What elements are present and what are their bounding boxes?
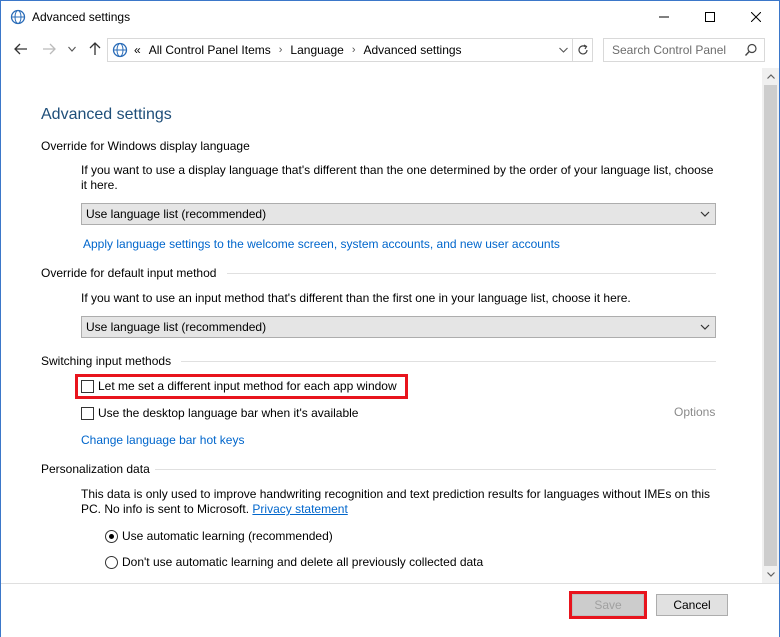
window-title: Advanced settings — [32, 10, 131, 24]
back-button[interactable] — [11, 39, 31, 59]
settings-content: Advanced settings Override for Windows d… — [1, 68, 761, 583]
advanced-settings-window: Advanced settings « All Control Panel It… — [0, 0, 780, 637]
per-app-input-method-label[interactable]: Let me set a different input method for … — [98, 379, 397, 393]
title-bar: Advanced settings — [1, 1, 779, 33]
language-bar-options-link: Options — [674, 405, 716, 419]
back-arrow-icon — [14, 43, 27, 55]
automatic-learning-option[interactable]: Use automatic learning (recommended) — [105, 529, 333, 543]
input-method-select[interactable]: Use language list (recommended) — [81, 316, 716, 338]
forward-button[interactable] — [39, 39, 59, 59]
chevron-down-icon — [766, 572, 775, 577]
desktop-language-bar-option[interactable]: Use the desktop language bar when it's a… — [81, 406, 358, 420]
close-icon — [751, 12, 761, 22]
recent-locations-button[interactable] — [65, 39, 79, 59]
dialog-footer: Save Cancel — [1, 583, 779, 637]
breadcrumb-advanced-settings[interactable]: Advanced settings — [363, 43, 461, 57]
breadcrumb-separator-icon[interactable]: › — [352, 44, 356, 56]
display-language-description: If you want to use a display language th… — [81, 163, 714, 192]
chevron-down-icon — [558, 47, 568, 53]
forward-arrow-icon — [43, 43, 56, 55]
breadcrumb: « All Control Panel Items › Language › A… — [134, 43, 462, 57]
search-icon[interactable] — [744, 43, 758, 57]
section-divider — [155, 469, 716, 470]
no-automatic-learning-label[interactable]: Don't use automatic learning and delete … — [122, 555, 483, 569]
section-heading-switching: Switching input methods — [41, 354, 172, 368]
change-hot-keys-link[interactable]: Change language bar hot keys — [81, 433, 244, 447]
minimize-icon — [659, 16, 669, 18]
up-arrow-icon — [89, 42, 101, 55]
chevron-up-icon — [766, 74, 775, 79]
language-app-icon — [10, 9, 26, 25]
refresh-icon — [577, 44, 588, 55]
desktop-language-bar-checkbox[interactable] — [81, 406, 94, 420]
privacy-statement-link[interactable]: Privacy statement — [252, 502, 347, 516]
address-dropdown-button[interactable] — [554, 39, 572, 61]
navigation-bar: « All Control Panel Items › Language › A… — [1, 33, 779, 67]
automatic-learning-label[interactable]: Use automatic learning (recommended) — [122, 529, 333, 543]
scroll-thumb[interactable] — [764, 85, 777, 566]
automatic-learning-radio[interactable] — [105, 529, 118, 543]
address-bar[interactable]: « All Control Panel Items › Language › A… — [107, 38, 593, 62]
per-app-input-method-checkbox[interactable] — [81, 379, 94, 393]
save-button[interactable]: Save — [572, 594, 644, 616]
close-button[interactable] — [733, 1, 779, 33]
no-automatic-learning-option[interactable]: Don't use automatic learning and delete … — [105, 555, 483, 569]
per-app-input-method-option[interactable]: Let me set a different input method for … — [81, 379, 397, 393]
display-language-select[interactable]: Use language list (recommended) — [81, 203, 716, 225]
breadcrumb-language[interactable]: Language — [290, 43, 343, 57]
cancel-button[interactable]: Cancel — [656, 594, 728, 616]
section-divider — [181, 361, 716, 362]
search-input[interactable]: Search Control Panel — [612, 43, 726, 57]
breadcrumb-separator-icon[interactable]: › — [279, 44, 283, 56]
chevron-down-icon — [699, 208, 711, 220]
display-language-select-value: Use language list (recommended) — [86, 207, 267, 221]
page-title: Advanced settings — [41, 106, 172, 123]
section-heading-input-method: Override for default input method — [41, 266, 217, 280]
section-heading-display-language: Override for Windows display language — [41, 139, 250, 153]
minimize-button[interactable] — [641, 1, 687, 33]
input-method-select-value: Use language list (recommended) — [86, 320, 267, 334]
control-panel-icon — [112, 42, 128, 58]
input-method-description: If you want to use an input method that'… — [81, 291, 631, 305]
chevron-down-icon — [699, 321, 711, 333]
maximize-icon — [705, 12, 715, 22]
desktop-language-bar-label[interactable]: Use the desktop language bar when it's a… — [98, 406, 358, 420]
refresh-button[interactable] — [572, 39, 592, 61]
scroll-down-button[interactable] — [762, 566, 779, 583]
no-automatic-learning-radio[interactable] — [105, 555, 118, 569]
up-button[interactable] — [85, 39, 105, 59]
scroll-up-button[interactable] — [762, 68, 779, 85]
personalization-description-text: This data is only used to improve handwr… — [81, 487, 711, 516]
maximize-button[interactable] — [687, 1, 733, 33]
apply-language-settings-link[interactable]: Apply language settings to the welcome s… — [83, 237, 560, 251]
vertical-scrollbar[interactable] — [762, 68, 779, 583]
breadcrumb-all-items[interactable]: All Control Panel Items — [149, 43, 271, 57]
personalization-description: This data is only used to improve handwr… — [81, 487, 721, 517]
breadcrumb-overflow[interactable]: « — [134, 43, 141, 57]
chevron-down-icon — [68, 46, 76, 52]
section-divider — [227, 273, 716, 274]
section-heading-personalization: Personalization data — [41, 462, 150, 476]
search-box[interactable]: Search Control Panel — [603, 38, 765, 62]
